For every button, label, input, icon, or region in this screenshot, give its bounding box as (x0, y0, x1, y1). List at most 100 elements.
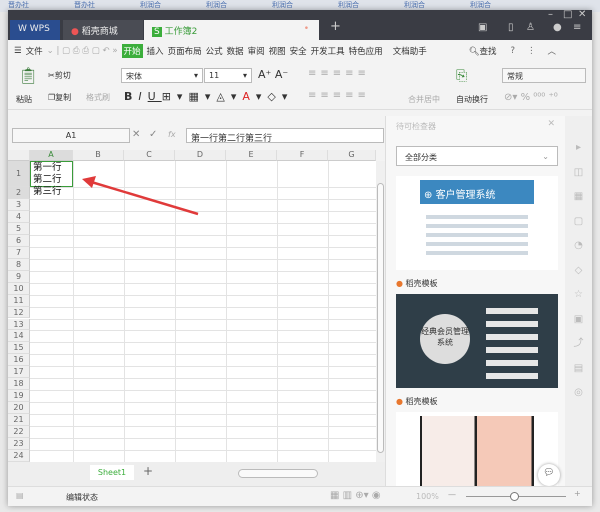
tab-security[interactable]: 安全 (290, 45, 307, 57)
horizontal-scrollbar[interactable] (238, 469, 318, 478)
shirt-icon[interactable]: ♙ (526, 22, 535, 33)
add-sheet-button[interactable]: + (143, 464, 153, 478)
tab-wps[interactable]: W WPS (10, 20, 60, 40)
zoom-in-button[interactable]: + (574, 489, 581, 498)
row-header-14[interactable]: 14 (8, 330, 30, 343)
merge-center-button[interactable]: 合并居中 (408, 94, 440, 105)
column-header-F[interactable]: F (277, 150, 328, 161)
fx-button[interactable]: fx (168, 130, 176, 139)
window-count-icon[interactable]: ▣ (478, 22, 487, 33)
template-card-member[interactable]: 经典会员管理系统 (396, 294, 558, 388)
format-painter-button[interactable]: 格式刷 (86, 92, 110, 103)
tab-features[interactable]: 特色应用 (349, 45, 383, 57)
bg-tab[interactable]: 利润合 (264, 0, 330, 10)
zoom-out-button[interactable]: — (448, 490, 456, 499)
cell-A1-editing[interactable]: 第一行 第二行 第三行 (30, 161, 73, 197)
scroll-thumb[interactable] (377, 183, 384, 453)
cut-button[interactable]: ✂剪切 (48, 70, 71, 81)
tab-review[interactable]: 审阅 (248, 45, 265, 57)
tab-formulas[interactable]: 公式 (206, 45, 223, 57)
align-buttons-top[interactable]: ≡≡≡≡≡ (308, 68, 370, 79)
row-header-5[interactable]: 5 (8, 222, 30, 235)
row-header-20[interactable]: 20 (8, 402, 30, 415)
zoom-slider-thumb[interactable] (510, 492, 519, 501)
font-style-buttons[interactable]: BIU⊞▾▦▾◬▾A▾◇▾ (124, 90, 293, 103)
tab-data[interactable]: 数据 (227, 45, 244, 57)
paste-button[interactable]: 粘贴 (16, 94, 32, 105)
paste-icon[interactable]: 📋︎ (18, 66, 38, 85)
chat-icon[interactable]: 💬︎ (538, 464, 560, 486)
number-format-select[interactable]: 常规 (502, 68, 586, 83)
tab-insert[interactable]: 插入 (147, 45, 164, 57)
row-header-1[interactable]: 1 (8, 161, 30, 187)
close-pane-icon[interactable]: ✕ (547, 119, 555, 129)
macro-icon[interactable]: ▤ (16, 491, 24, 500)
new-tab-button[interactable]: + (330, 19, 341, 34)
sheet-tab-sheet1[interactable]: Sheet1 (90, 465, 134, 480)
grow-font-button[interactable]: A⁺ A⁻ (258, 68, 288, 81)
confirm-icon[interactable]: ✓ (149, 129, 157, 140)
search-button[interactable]: 🔍︎查找 (469, 45, 497, 57)
help-icon[interactable]: ? (511, 46, 516, 56)
bg-tab[interactable]: 利润合 (330, 0, 396, 10)
row-header-19[interactable]: 19 (8, 390, 30, 403)
minimize-button[interactable]: – (548, 9, 553, 20)
tab-page-layout[interactable]: 页面布局 (168, 45, 202, 57)
row-header-9[interactable]: 9 (8, 270, 30, 283)
avatar[interactable]: ● (553, 22, 562, 33)
name-box[interactable]: A1 (12, 128, 130, 143)
close-button[interactable]: ✕ (578, 9, 586, 20)
number-buttons[interactable]: ⊘▾ % ⁰⁰⁰ ⁺⁰ (504, 92, 558, 103)
row-header-16[interactable]: 16 (8, 354, 30, 367)
vertical-scrollbar[interactable] (376, 161, 385, 462)
template-card-3[interactable] (396, 412, 558, 496)
template-card-crm[interactable]: ⊕ 客户管理系统 (396, 176, 558, 270)
row-header-13[interactable]: 13 (8, 318, 30, 331)
font-select[interactable]: 宋体 ▾ (121, 68, 203, 83)
wrap-text-button[interactable]: 自动换行 (456, 94, 488, 105)
quick-access-icons[interactable]: ⌄ | ▢ ⎙ ⎙ ▢ ↶ » (47, 46, 118, 56)
tab-view[interactable]: 视图 (269, 45, 286, 57)
row-header-24[interactable]: 24 (8, 449, 30, 462)
column-header-B[interactable]: B (73, 150, 124, 161)
row-header-2[interactable]: 2 (8, 187, 30, 199)
sidebar-icons[interactable]: ▸ ◫ ▦ ▢ ◔ ◇ ☆ ▣ ⤴ ▤ ◎ (565, 116, 592, 406)
view-mode-icons[interactable]: ▦ ▥ ⊕▾ ◉ (330, 490, 381, 501)
zoom-slider[interactable] (466, 492, 566, 501)
category-select[interactable]: 全部分类 ⌄ (396, 146, 558, 166)
bg-tab[interactable]: 利润合 (462, 0, 528, 10)
hamburger-icon[interactable]: ☰ (14, 46, 22, 56)
font-color-icon[interactable]: A (242, 90, 256, 103)
file-menu[interactable]: 文件 (26, 45, 43, 57)
row-header-12[interactable]: 12 (8, 306, 30, 319)
doc-icon[interactable]: ▯ (508, 22, 514, 33)
column-header-D[interactable]: D (175, 150, 226, 161)
column-header-E[interactable]: E (226, 150, 277, 161)
row-header-17[interactable]: 17 (8, 366, 30, 379)
column-header-A[interactable]: A (30, 150, 73, 161)
cancel-icon[interactable]: ✕ (132, 129, 140, 140)
font-size-select[interactable]: 11 ▾ (204, 68, 252, 83)
row-header-6[interactable]: 6 (8, 234, 30, 247)
formula-input[interactable]: 第一行第二行第三行 (186, 128, 384, 144)
row-header-15[interactable]: 15 (8, 342, 30, 355)
row-header-11[interactable]: 11 (8, 294, 30, 307)
zoom-level[interactable]: 100% (416, 492, 439, 501)
more-icon[interactable]: ⋮ (527, 46, 536, 56)
row-header-4[interactable]: 4 (8, 210, 30, 223)
align-buttons-bottom[interactable]: ≡≡≡≡≡ (308, 90, 370, 101)
maximize-button[interactable]: □ (563, 9, 572, 20)
row-header-3[interactable]: 3 (8, 199, 30, 211)
copy-button[interactable]: ❐复制 (48, 92, 71, 103)
row-header-23[interactable]: 23 (8, 438, 30, 450)
bg-tab[interactable]: 晋办社 (66, 0, 132, 10)
menu-icon[interactable]: ≡ (573, 22, 581, 33)
tab-store[interactable]: ● 稻壳商城 (63, 20, 143, 40)
row-header-22[interactable]: 22 (8, 426, 30, 438)
bg-tab[interactable]: 利润合 (396, 0, 462, 10)
bg-tab[interactable]: 利润合 (132, 0, 198, 10)
tab-home[interactable]: 开始 (121, 44, 143, 58)
row-header-18[interactable]: 18 (8, 378, 30, 391)
tab-workbook[interactable]: S 工作簿2 • (144, 20, 319, 40)
tab-doc-assistant[interactable]: 文档助手 (393, 45, 427, 57)
